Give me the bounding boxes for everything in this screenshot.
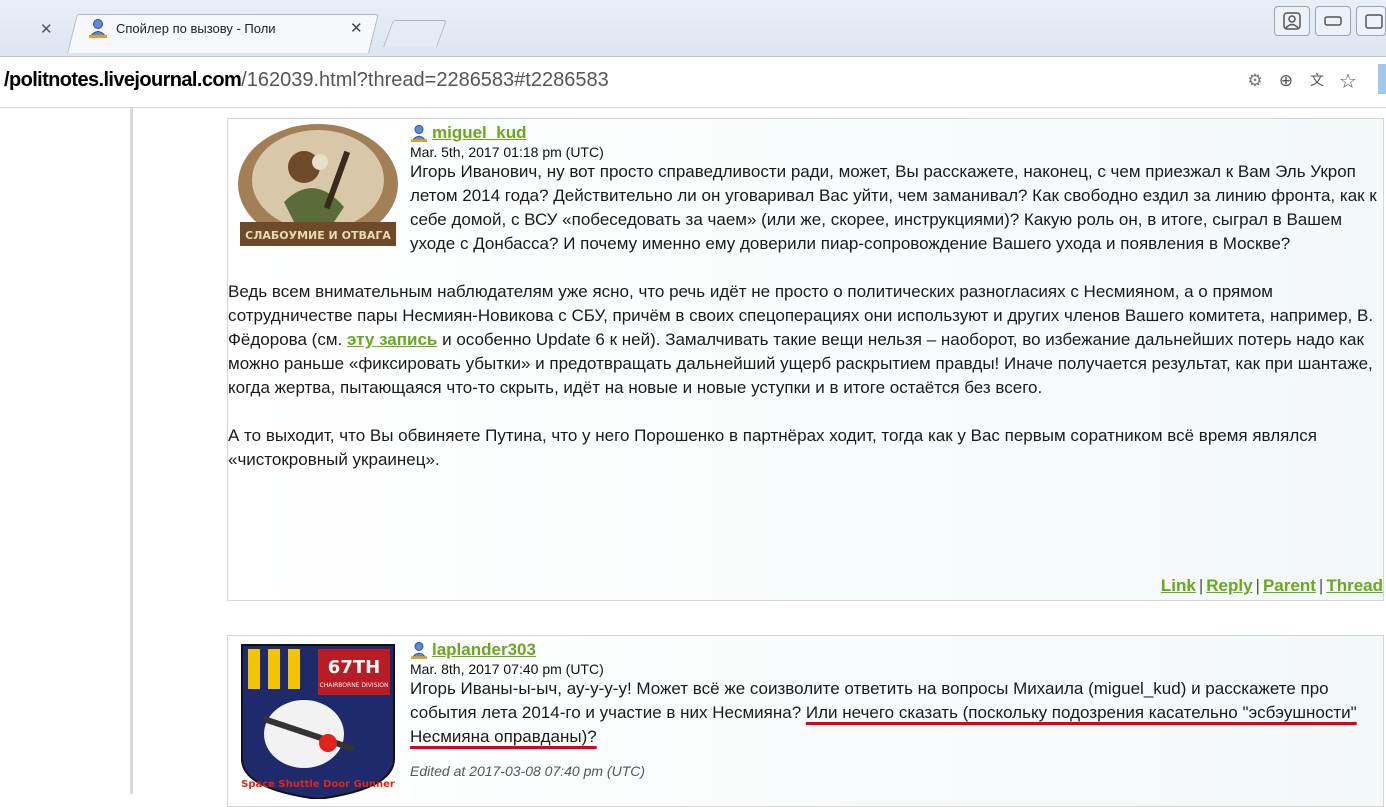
page-content: СЛАБОУМИЕ И ОТВАГА miguel_kud Mar. 5th, … [0,108,1386,807]
user-icon [89,19,107,38]
avatar-image: 67TH CHAIRBORNE DIVISION Space Shuttle D… [234,639,402,799]
minimize-button[interactable] [1315,6,1351,36]
maximize-button[interactable] [1356,6,1386,36]
profile-button[interactable] [1274,6,1310,36]
tab-bar: ✕ Спойлер по вызову - Поли ✕ [0,0,1386,57]
maximize-icon [1365,14,1383,29]
avatar[interactable]: 67TH CHAIRBORNE DIVISION Space Shuttle D… [234,639,402,799]
avatar-caption: СЛАБОУМИЕ И ОТВАГА [245,229,391,242]
comment: СЛАБОУМИЕ И ОТВАГА miguel_kud Mar. 5th, … [227,118,1384,601]
blocked-cookies-icon[interactable]: ⚙ [1245,71,1265,91]
url-host: /politnotes.livejournal.com [4,69,242,91]
comment-paragraph: А то выходит, что Вы обвиняете Путина, ч… [228,426,1317,469]
avatar-image: СЛАБОУМИЕ И ОТВАГА [234,122,402,256]
parent-button[interactable]: Parent [1263,576,1316,595]
avatar-badge-number: 67TH [328,657,380,678]
avatar-motto: Space Shuttle Door Gunner [241,779,395,790]
thread-button[interactable]: Thread [1326,576,1383,595]
user-icon[interactable] [410,124,428,142]
username-link[interactable]: laplander303 [432,640,536,660]
avatar-badge-sub: CHAIRBORNE DIVISION [320,682,389,689]
entry-link[interactable]: эту запись [347,330,437,349]
minimize-icon [1324,16,1342,26]
username-link[interactable]: miguel_kud [432,123,526,143]
translate-icon[interactable]: 文 [1307,71,1327,91]
thread-indent-rule [130,108,133,794]
comment: 67TH CHAIRBORNE DIVISION Space Shuttle D… [227,635,1384,807]
side-tab-indicator [1378,64,1386,94]
new-tab-button[interactable] [383,20,447,47]
tab-close-icon[interactable]: ✕ [350,19,363,37]
address-bar[interactable]: /politnotes.livejournal.com/162039.html?… [0,57,1386,108]
link-button[interactable]: Link [1161,576,1196,595]
reply-button[interactable]: Reply [1206,576,1252,595]
person-icon [1283,12,1301,30]
zoom-icon[interactable]: ⊕ [1276,71,1296,91]
comment-actions: Link | Reply | Parent | Thread [1160,576,1383,595]
tab-title: Спойлер по вызову - Поли [116,20,276,36]
close-tab-icon[interactable]: ✕ [40,20,53,38]
url-field[interactable]: /politnotes.livejournal.com/162039.html?… [4,69,609,92]
user-icon[interactable] [410,641,428,659]
avatar[interactable]: СЛАБОУМИЕ И ОТВАГА [234,122,402,256]
comment-paragraph: Ведь всем внимательным наблюдателям уже … [228,280,1377,400]
url-path: /162039.html?thread=2286583#t2286583 [241,69,609,91]
bookmark-star-icon[interactable]: ☆ [1338,71,1358,91]
